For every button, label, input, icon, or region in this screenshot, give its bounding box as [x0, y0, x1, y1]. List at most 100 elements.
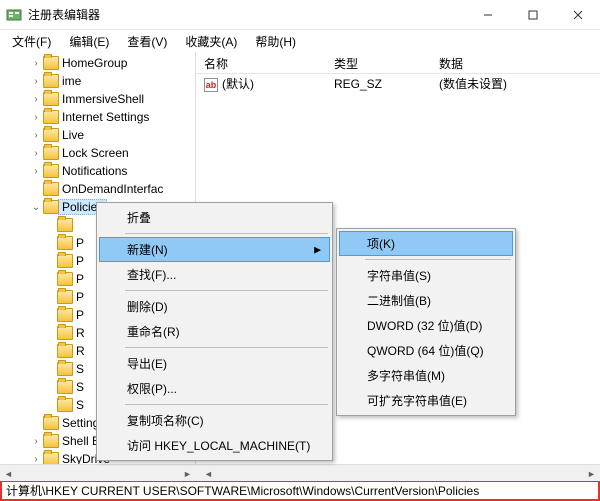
tree-item-label: P	[76, 236, 84, 250]
chevron-right-icon[interactable]: ›	[30, 76, 42, 87]
ctx-new-expand[interactable]: 可扩充字符串值(E)	[339, 388, 513, 413]
tree-item[interactable]: › Internet Settings	[0, 108, 195, 126]
folder-icon	[57, 290, 73, 304]
tree-item-label: Live	[62, 128, 84, 142]
tree-item-label: P	[76, 272, 84, 286]
chevron-right-icon[interactable]: ›	[30, 94, 42, 105]
folder-icon	[43, 128, 59, 142]
folder-icon	[43, 182, 59, 196]
maximize-button[interactable]	[510, 0, 555, 30]
tree-item[interactable]: › Notifications	[0, 162, 195, 180]
ctx-new-dword[interactable]: DWORD (32 位)值(D)	[339, 313, 513, 338]
ctx-new-qword[interactable]: QWORD (64 位)值(Q)	[339, 338, 513, 363]
app-icon	[6, 7, 22, 23]
col-type[interactable]: 类型	[326, 52, 431, 73]
tree-item-label: OnDemandInterfac	[62, 182, 163, 196]
chevron-right-icon: ·	[30, 184, 42, 195]
list-row[interactable]: ab(默认) REG_SZ (数值未设置)	[196, 74, 600, 93]
tree-item-label: ImmersiveShell	[62, 92, 144, 106]
ctx-new-binary[interactable]: 二进制值(B)	[339, 288, 513, 313]
menubar: 文件(F) 编辑(E) 查看(V) 收藏夹(A) 帮助(H)	[0, 30, 600, 52]
folder-icon	[57, 254, 73, 268]
separator	[125, 347, 328, 348]
chevron-right-icon: ·	[44, 346, 56, 357]
tree-item-label: Lock Screen	[62, 146, 129, 160]
chevron-right-icon: ·	[44, 256, 56, 267]
value-type: REG_SZ	[326, 77, 431, 91]
ctx-find[interactable]: 查找(F)...	[99, 262, 330, 287]
string-icon: ab	[204, 78, 218, 92]
ctx-new-multi[interactable]: 多字符串值(M)	[339, 363, 513, 388]
ctx-new[interactable]: 新建(N) ▶	[99, 237, 330, 262]
tree-item-label: P	[76, 290, 84, 304]
chevron-right-icon[interactable]: ›	[30, 436, 42, 447]
tree-item-label: Internet Settings	[62, 110, 149, 124]
folder-icon	[57, 326, 73, 340]
chevron-right-icon: ·	[44, 364, 56, 375]
ctx-export[interactable]: 导出(E)	[99, 351, 330, 376]
tree-item-label: Notifications	[62, 164, 127, 178]
chevron-right-icon[interactable]: ›	[30, 148, 42, 159]
ctx-collapse[interactable]: 折叠	[99, 205, 330, 230]
folder-icon	[57, 344, 73, 358]
statusbar: 计算机\HKEY CURRENT USER\SOFTWARE\Microsoft…	[0, 481, 600, 501]
chevron-right-icon: ·	[44, 274, 56, 285]
menu-view[interactable]: 查看(V)	[119, 31, 175, 52]
tree-item[interactable]: › Lock Screen	[0, 144, 195, 162]
ctx-copykey[interactable]: 复制项名称(C)	[99, 408, 330, 433]
folder-icon	[43, 434, 59, 448]
menu-favorites[interactable]: 收藏夹(A)	[177, 31, 245, 52]
scrollbar-horizontal[interactable]: ◄ ► ◄ ►	[0, 464, 600, 481]
statusbar-path: 计算机\HKEY CURRENT USER\SOFTWARE\Microsoft…	[6, 482, 479, 499]
ctx-delete[interactable]: 删除(D)	[99, 294, 330, 319]
ctx-new-string[interactable]: 字符串值(S)	[339, 263, 513, 288]
window-title: 注册表编辑器	[28, 6, 465, 23]
tree-item[interactable]: › ImmersiveShell	[0, 90, 195, 108]
submenu-arrow-icon: ▶	[314, 244, 321, 255]
ctx-permissions[interactable]: 权限(P)...	[99, 376, 330, 401]
context-menu: 折叠 新建(N) ▶ 查找(F)... 删除(D) 重命名(R) 导出(E) 权…	[96, 202, 333, 461]
chevron-right-icon[interactable]: ›	[30, 58, 42, 69]
context-submenu-new: 项(K) 字符串值(S) 二进制值(B) DWORD (32 位)值(D) QW…	[336, 228, 516, 416]
menu-help[interactable]: 帮助(H)	[247, 31, 304, 52]
chevron-right-icon: ·	[44, 220, 56, 231]
folder-icon	[57, 218, 73, 232]
chevron-right-icon[interactable]: ›	[30, 166, 42, 177]
scroll-right-icon[interactable]: ►	[583, 465, 600, 482]
scroll-left-icon[interactable]: ◄	[0, 465, 17, 482]
tree-item[interactable]: · OnDemandInterfac	[0, 180, 195, 198]
tree-item[interactable]: › HomeGroup	[0, 54, 195, 72]
menu-edit[interactable]: 编辑(E)	[61, 31, 117, 52]
folder-icon	[57, 398, 73, 412]
folder-icon	[43, 74, 59, 88]
tree-item-label: S	[76, 362, 84, 376]
folder-icon	[43, 92, 59, 106]
col-data[interactable]: 数据	[431, 52, 600, 73]
chevron-down-icon[interactable]: ⌄	[30, 202, 42, 213]
titlebar: 注册表编辑器	[0, 0, 600, 30]
tree-item[interactable]: › Live	[0, 126, 195, 144]
close-button[interactable]	[555, 0, 600, 30]
chevron-right-icon[interactable]: ›	[30, 454, 42, 465]
ctx-new-key[interactable]: 项(K)	[339, 231, 513, 256]
tree-item-label: HomeGroup	[62, 56, 127, 70]
tree-item-label: R	[76, 344, 85, 358]
tree-item-label: P	[76, 308, 84, 322]
menu-file[interactable]: 文件(F)	[4, 31, 59, 52]
chevron-right-icon: ·	[44, 238, 56, 249]
ctx-rename[interactable]: 重命名(R)	[99, 319, 330, 344]
col-name[interactable]: 名称	[196, 52, 326, 73]
tree-item[interactable]: ›ime	[0, 72, 195, 90]
minimize-button[interactable]	[465, 0, 510, 30]
chevron-right-icon[interactable]: ›	[30, 112, 42, 123]
tree-item-label: S	[76, 380, 84, 394]
scroll-right-icon[interactable]: ►	[179, 465, 196, 482]
tree-item-label: S	[76, 398, 84, 412]
chevron-right-icon[interactable]: ›	[30, 130, 42, 141]
separator	[125, 233, 328, 234]
folder-icon	[43, 146, 59, 160]
folder-icon	[57, 236, 73, 250]
folder-icon	[57, 362, 73, 376]
scroll-left-icon[interactable]: ◄	[200, 465, 217, 482]
ctx-goto[interactable]: 访问 HKEY_LOCAL_MACHINE(T)	[99, 433, 330, 458]
